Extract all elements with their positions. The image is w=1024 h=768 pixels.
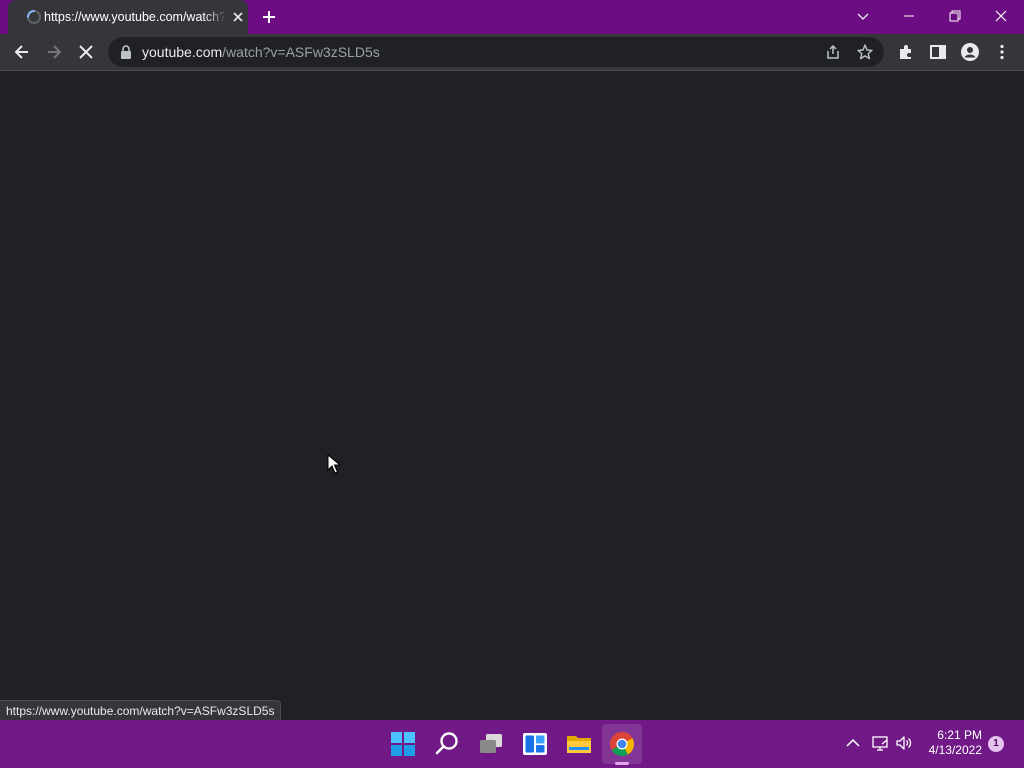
clock-time: 6:21 PM	[937, 728, 982, 742]
loading-spinner-icon	[27, 10, 41, 24]
menu-icon[interactable]	[992, 42, 1012, 62]
tab-search-icon[interactable]	[855, 8, 871, 24]
back-icon[interactable]	[12, 42, 32, 62]
browser-tab[interactable]: https://www.youtube.com/watch?v=ASFw3zSL…	[8, 0, 248, 34]
tab-close-icon[interactable]	[232, 11, 244, 23]
restore-icon[interactable]	[947, 8, 963, 24]
new-tab-icon[interactable]	[261, 9, 277, 25]
file-explorer-icon[interactable]	[566, 731, 592, 757]
url-path: /watch?v=ASFw3zSLD5s	[222, 44, 380, 60]
browser-toolbar: youtube.com/watch?v=ASFw3zSLD5s	[0, 34, 1024, 71]
profile-icon[interactable]	[960, 42, 980, 62]
share-icon[interactable]	[824, 43, 842, 61]
start-icon[interactable]	[390, 731, 416, 757]
task-view-icon[interactable]	[478, 731, 504, 757]
url-host: youtube.com	[142, 44, 223, 60]
taskbar-clock[interactable]: 6:21 PM 4/13/2022	[922, 728, 982, 758]
active-app-indicator	[615, 762, 629, 765]
close-icon[interactable]	[993, 8, 1009, 24]
tab-strip: https://www.youtube.com/watch?v=ASFw3zSL…	[0, 0, 1024, 34]
page-content[interactable]	[0, 71, 1024, 720]
clock-date: 4/13/2022	[928, 743, 982, 757]
search-icon[interactable]	[434, 731, 460, 757]
mouse-cursor-icon	[327, 454, 341, 474]
lock-icon[interactable]	[120, 45, 132, 59]
side-panel-icon[interactable]	[928, 42, 948, 62]
volume-icon[interactable]	[895, 734, 913, 752]
forward-icon[interactable]	[44, 42, 64, 62]
extensions-icon[interactable]	[896, 42, 916, 62]
address-bar[interactable]: youtube.com/watch?v=ASFw3zSLD5s	[108, 37, 884, 67]
tab-title-fade	[204, 4, 228, 30]
tab-title: https://www.youtube.com/watch?v=ASFw3zSL…	[44, 10, 224, 24]
status-url-bubble: https://www.youtube.com/watch?v=ASFw3zSL…	[0, 700, 282, 721]
widgets-icon[interactable]	[522, 731, 548, 757]
chrome-icon[interactable]	[609, 731, 635, 757]
taskbar: 6:21 PM 4/13/2022 1	[0, 720, 1024, 768]
minimize-icon[interactable]	[901, 8, 917, 24]
url-text[interactable]: youtube.com/watch?v=ASFw3zSLD5s	[142, 44, 380, 60]
stop-icon[interactable]	[76, 42, 96, 62]
chevron-up-icon[interactable]	[844, 734, 862, 752]
notification-badge[interactable]: 1	[988, 736, 1004, 752]
star-icon[interactable]	[856, 43, 874, 61]
network-icon[interactable]	[871, 734, 889, 752]
